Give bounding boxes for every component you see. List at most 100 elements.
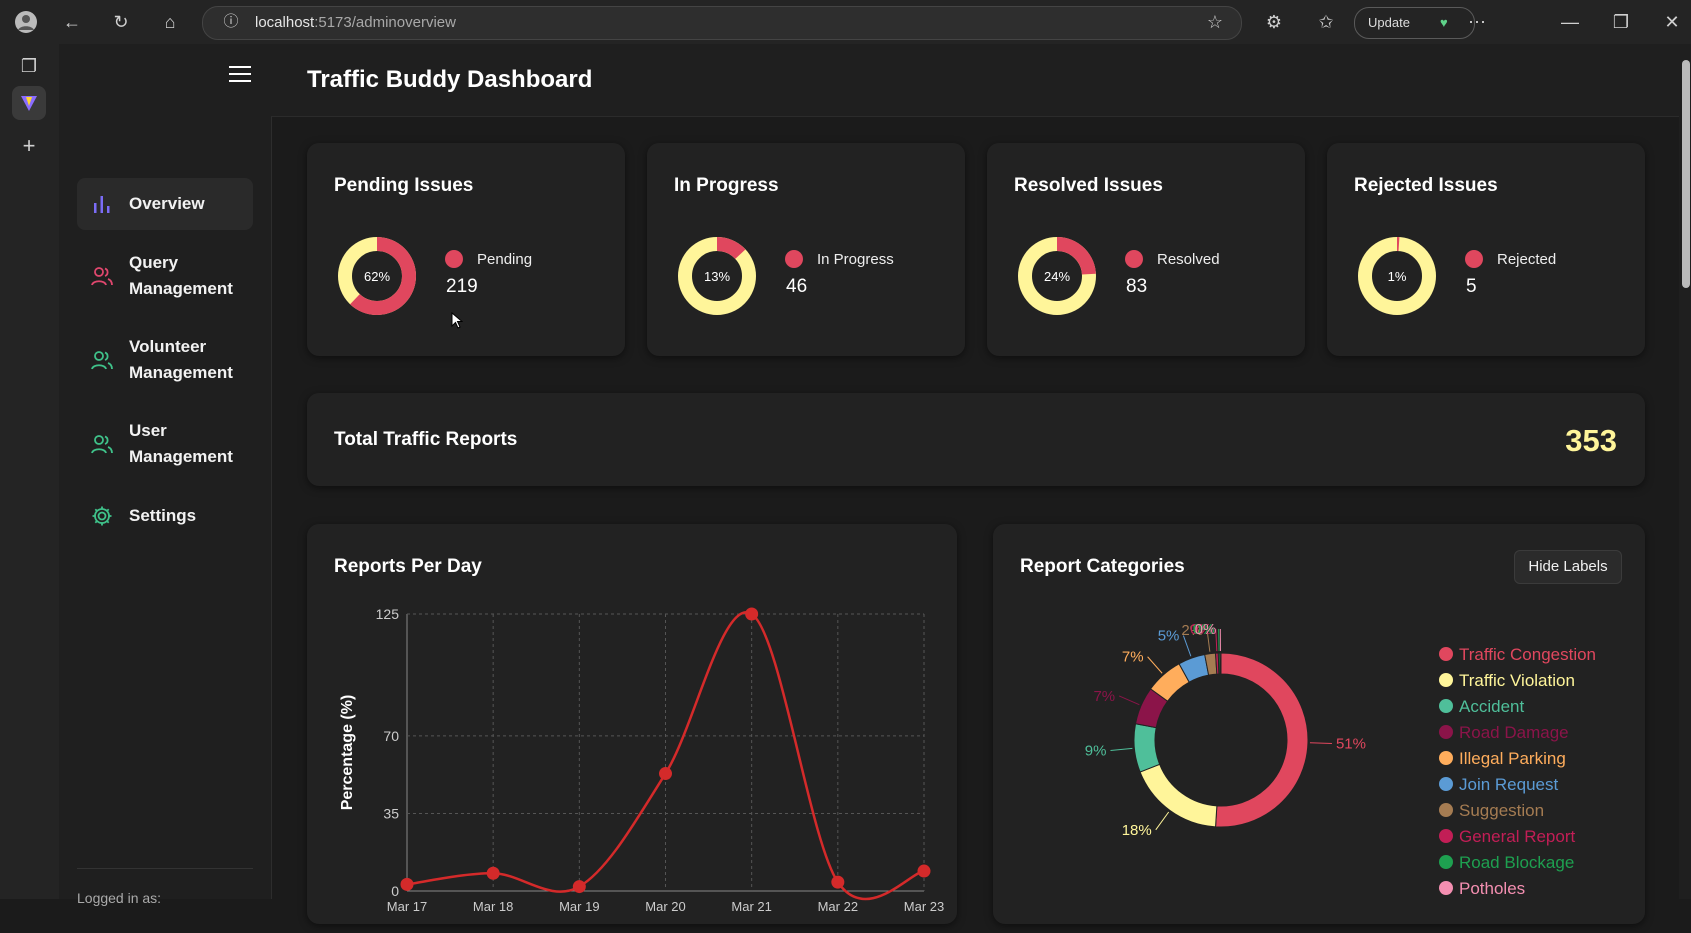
legend-item[interactable]: Potholes [1439,877,1525,901]
minimize-icon[interactable]: — [1558,10,1582,34]
reports-line-chart: 03570125Mar 17Mar 18Mar 19Mar 20Mar 21Ma… [307,584,957,914]
info-icon[interactable]: ⓘ [219,10,243,34]
legend-dot [1439,777,1453,791]
legend-item[interactable]: Accident [1439,695,1524,719]
legend-label: Accident [1459,697,1524,716]
legend-item[interactable]: General Report [1439,825,1575,849]
slice-label: 51% [1336,735,1366,752]
status-donut: 1% [1354,233,1440,319]
pie-slice[interactable] [1216,653,1308,827]
app-header: Traffic Buddy Dashboard [271,44,1679,117]
sidebar-item-label: User Management [129,418,249,470]
update-button[interactable]: Update ♥ [1354,7,1475,39]
reports-per-day-card: Reports Per Day 03570125Mar 17Mar 18Mar … [307,524,957,924]
legend-label: Road Damage [1459,723,1569,742]
legend-dot [1439,751,1453,765]
y-tick-label: 35 [383,805,399,821]
refresh-icon[interactable]: ↻ [109,10,133,34]
stat-count: 5 [1466,276,1477,298]
legend-dot [1439,699,1453,713]
page-title: Traffic Buddy Dashboard [307,66,592,94]
sidebar-item-query-management[interactable]: Query Management [77,246,253,306]
hide-labels-button[interactable]: Hide Labels [1514,550,1622,584]
legend-item[interactable]: Join Request [1439,773,1558,797]
profile-icon[interactable] [14,10,38,34]
url-path: :5173/adminoverview [314,14,456,31]
sidebar-item-volunteer-management[interactable]: Volunteer Management [77,330,253,390]
new-tab-icon[interactable]: + [17,134,41,158]
vertical-tab-strip: ❐ + [0,44,60,899]
card-title: Resolved Issues [1014,175,1163,197]
legend-item[interactable]: Suggestion [1439,799,1544,823]
categories-legend: Traffic Congestion Traffic Violation Accid… [1439,643,1639,933]
slice-leader [1156,812,1169,830]
tab-panel-icon[interactable]: ❐ [17,54,41,78]
data-point[interactable] [487,867,500,880]
extensions-icon[interactable]: ⚙ [1262,10,1286,34]
bar-chart-icon [91,193,113,215]
data-point[interactable] [573,880,586,893]
home-icon[interactable]: ⌂ [158,10,182,34]
x-tick-label: Mar 21 [731,899,771,914]
back-icon[interactable]: ← [60,10,84,34]
pie-slice[interactable] [1220,653,1221,674]
slice-label: 7% [1093,688,1115,705]
sidebar-item-settings[interactable]: Settings [77,494,253,538]
data-point[interactable] [659,767,672,780]
close-icon[interactable]: ✕ [1660,10,1684,34]
slice-label: 9% [1085,742,1107,759]
legend-label: Potholes [1459,879,1525,898]
logged-in-label: Logged in as: [77,890,161,906]
pie-slice[interactable] [1134,724,1160,772]
y-tick-label: 125 [376,606,400,622]
sidebar-item-overview[interactable]: Overview [77,178,253,230]
donut-percent: 1% [1388,269,1407,284]
legend-dot [1439,647,1453,661]
slice-label: 5% [1158,628,1180,645]
legend-label: Traffic Congestion [1459,645,1596,664]
active-tab-favicon[interactable] [12,86,46,120]
address-bar[interactable]: ⓘ localhost:5173/adminoverview ☆ [202,6,1242,40]
donut-percent: 13% [704,269,730,284]
menu-toggle-icon[interactable] [229,64,251,82]
x-tick-label: Mar 17 [387,899,427,914]
legend-item[interactable]: Road Blockage [1439,851,1574,875]
donut-percent: 62% [364,269,390,284]
slice-leader [1310,743,1332,744]
favorite-star-icon[interactable]: ☆ [1203,10,1227,34]
favorites-icon[interactable]: ✩ [1314,10,1338,34]
more-icon[interactable]: ⋯ [1465,10,1489,34]
scrollbar-thumb[interactable] [1682,60,1690,288]
legend-label: General Report [1459,827,1575,846]
restore-icon[interactable]: ❐ [1609,10,1633,34]
card-title: Reports Per Day [334,556,482,578]
card-title: Report Categories [1020,556,1185,578]
data-point[interactable] [745,608,758,621]
x-tick-label: Mar 20 [645,899,685,914]
x-tick-label: Mar 18 [473,899,513,914]
total-reports-card: Total Traffic Reports 353 [307,393,1645,486]
url-text: localhost:5173/adminoverview [255,14,456,31]
sidebar-divider [77,868,253,869]
slice-label: 18% [1122,822,1152,839]
sidebar-item-user-management[interactable]: User Management [77,414,253,474]
legend-dot [1439,725,1453,739]
legend-item[interactable]: Illegal Parking [1439,747,1566,771]
data-point[interactable] [918,865,931,878]
total-reports-label: Total Traffic Reports [334,429,517,451]
report-categories-card: Report Categories Hide Labels 51% 18% 9% 7%… [993,524,1645,924]
legend-label: Pending [477,251,532,268]
legend-item[interactable]: Road Damage [1439,721,1569,745]
vite-logo-icon [12,86,46,120]
data-point[interactable] [401,878,414,891]
slice-leader [1110,748,1132,750]
legend-item[interactable]: Traffic Congestion [1439,643,1596,667]
pie-slice[interactable] [1140,764,1217,827]
sidebar-item-label: Settings [129,503,196,529]
legend-dot [1439,803,1453,817]
data-point[interactable] [831,876,844,889]
legend-dot [785,250,803,268]
mouse-cursor-icon [451,312,463,330]
update-heart-icon: ♥ [1440,8,1448,38]
legend-item[interactable]: Traffic Violation [1439,669,1575,693]
